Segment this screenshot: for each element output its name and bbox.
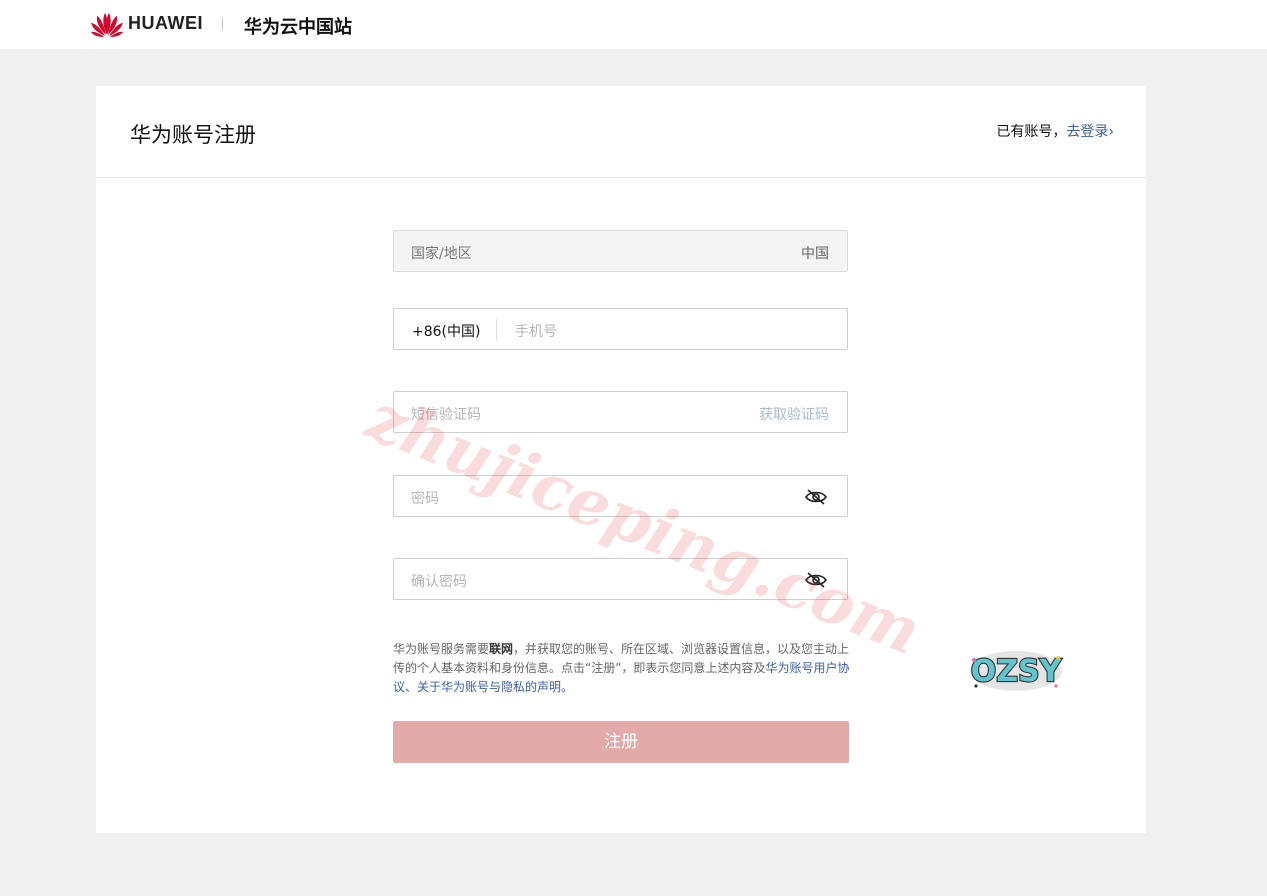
sms-code-input[interactable]: 短信验证码: [411, 404, 481, 424]
huawei-logo-icon[interactable]: [90, 11, 124, 37]
chevron-right-icon[interactable]: ›: [1108, 124, 1114, 140]
terms-separator: 、: [405, 680, 418, 694]
login-prompt: 已有账号，去登录›: [996, 121, 1114, 141]
confirm-password-input[interactable]: 确认密码: [411, 571, 467, 591]
region-value: 中国: [801, 246, 829, 262]
login-prompt-text: 已有账号，: [996, 124, 1067, 140]
terms-text: 华为账号服务需要联网，并获取您的账号、所在区域、浏览器设置信息，以及您主动上传的…: [393, 640, 855, 697]
password-field: 密码: [393, 475, 848, 517]
country-code-divider: [496, 319, 497, 341]
privacy-statement-link[interactable]: 关于华为账号与隐私的声明: [417, 680, 561, 694]
login-link[interactable]: 去登录›: [1066, 124, 1114, 140]
ozsy-badge-icon: OZSY: [970, 651, 1064, 691]
top-bar: HUAWEI 华为云中国站: [0, 0, 1267, 49]
password-input[interactable]: 密码: [411, 488, 439, 508]
eye-slash-icon[interactable]: [805, 489, 827, 505]
brand-divider: [222, 18, 223, 30]
region-field[interactable]: 国家/地区 中国: [393, 230, 848, 272]
confirm-password-field: 确认密码: [393, 558, 848, 600]
login-link-label[interactable]: 去登录: [1066, 124, 1108, 140]
sms-code-field: 短信验证码 获取验证码: [393, 391, 848, 433]
terms-bold: 联网: [489, 642, 514, 656]
card-header: 华为账号注册 已有账号，去登录›: [96, 86, 1146, 178]
site-name[interactable]: 华为云中国站: [244, 13, 352, 39]
phone-field: +86(中国) 手机号: [393, 308, 848, 350]
region-label: 国家/地区: [411, 246, 472, 262]
phone-input[interactable]: 手机号: [515, 321, 557, 341]
terms-text-part: 华为账号服务需要: [393, 642, 490, 656]
get-sms-code-button[interactable]: 获取验证码: [759, 404, 829, 424]
page-title: 华为账号注册: [130, 123, 256, 147]
brand-name[interactable]: HUAWEI: [128, 13, 203, 34]
country-code-select[interactable]: +86(中国): [412, 321, 480, 341]
register-card: 华为账号注册 已有账号，去登录› 国家/地区 中国 +86(中国) 手机号 短信…: [96, 86, 1146, 833]
register-button[interactable]: 注册: [393, 721, 849, 763]
terms-end: 。: [561, 680, 574, 694]
eye-slash-icon[interactable]: [805, 572, 827, 588]
badge-label: OZSY: [971, 654, 1063, 689]
